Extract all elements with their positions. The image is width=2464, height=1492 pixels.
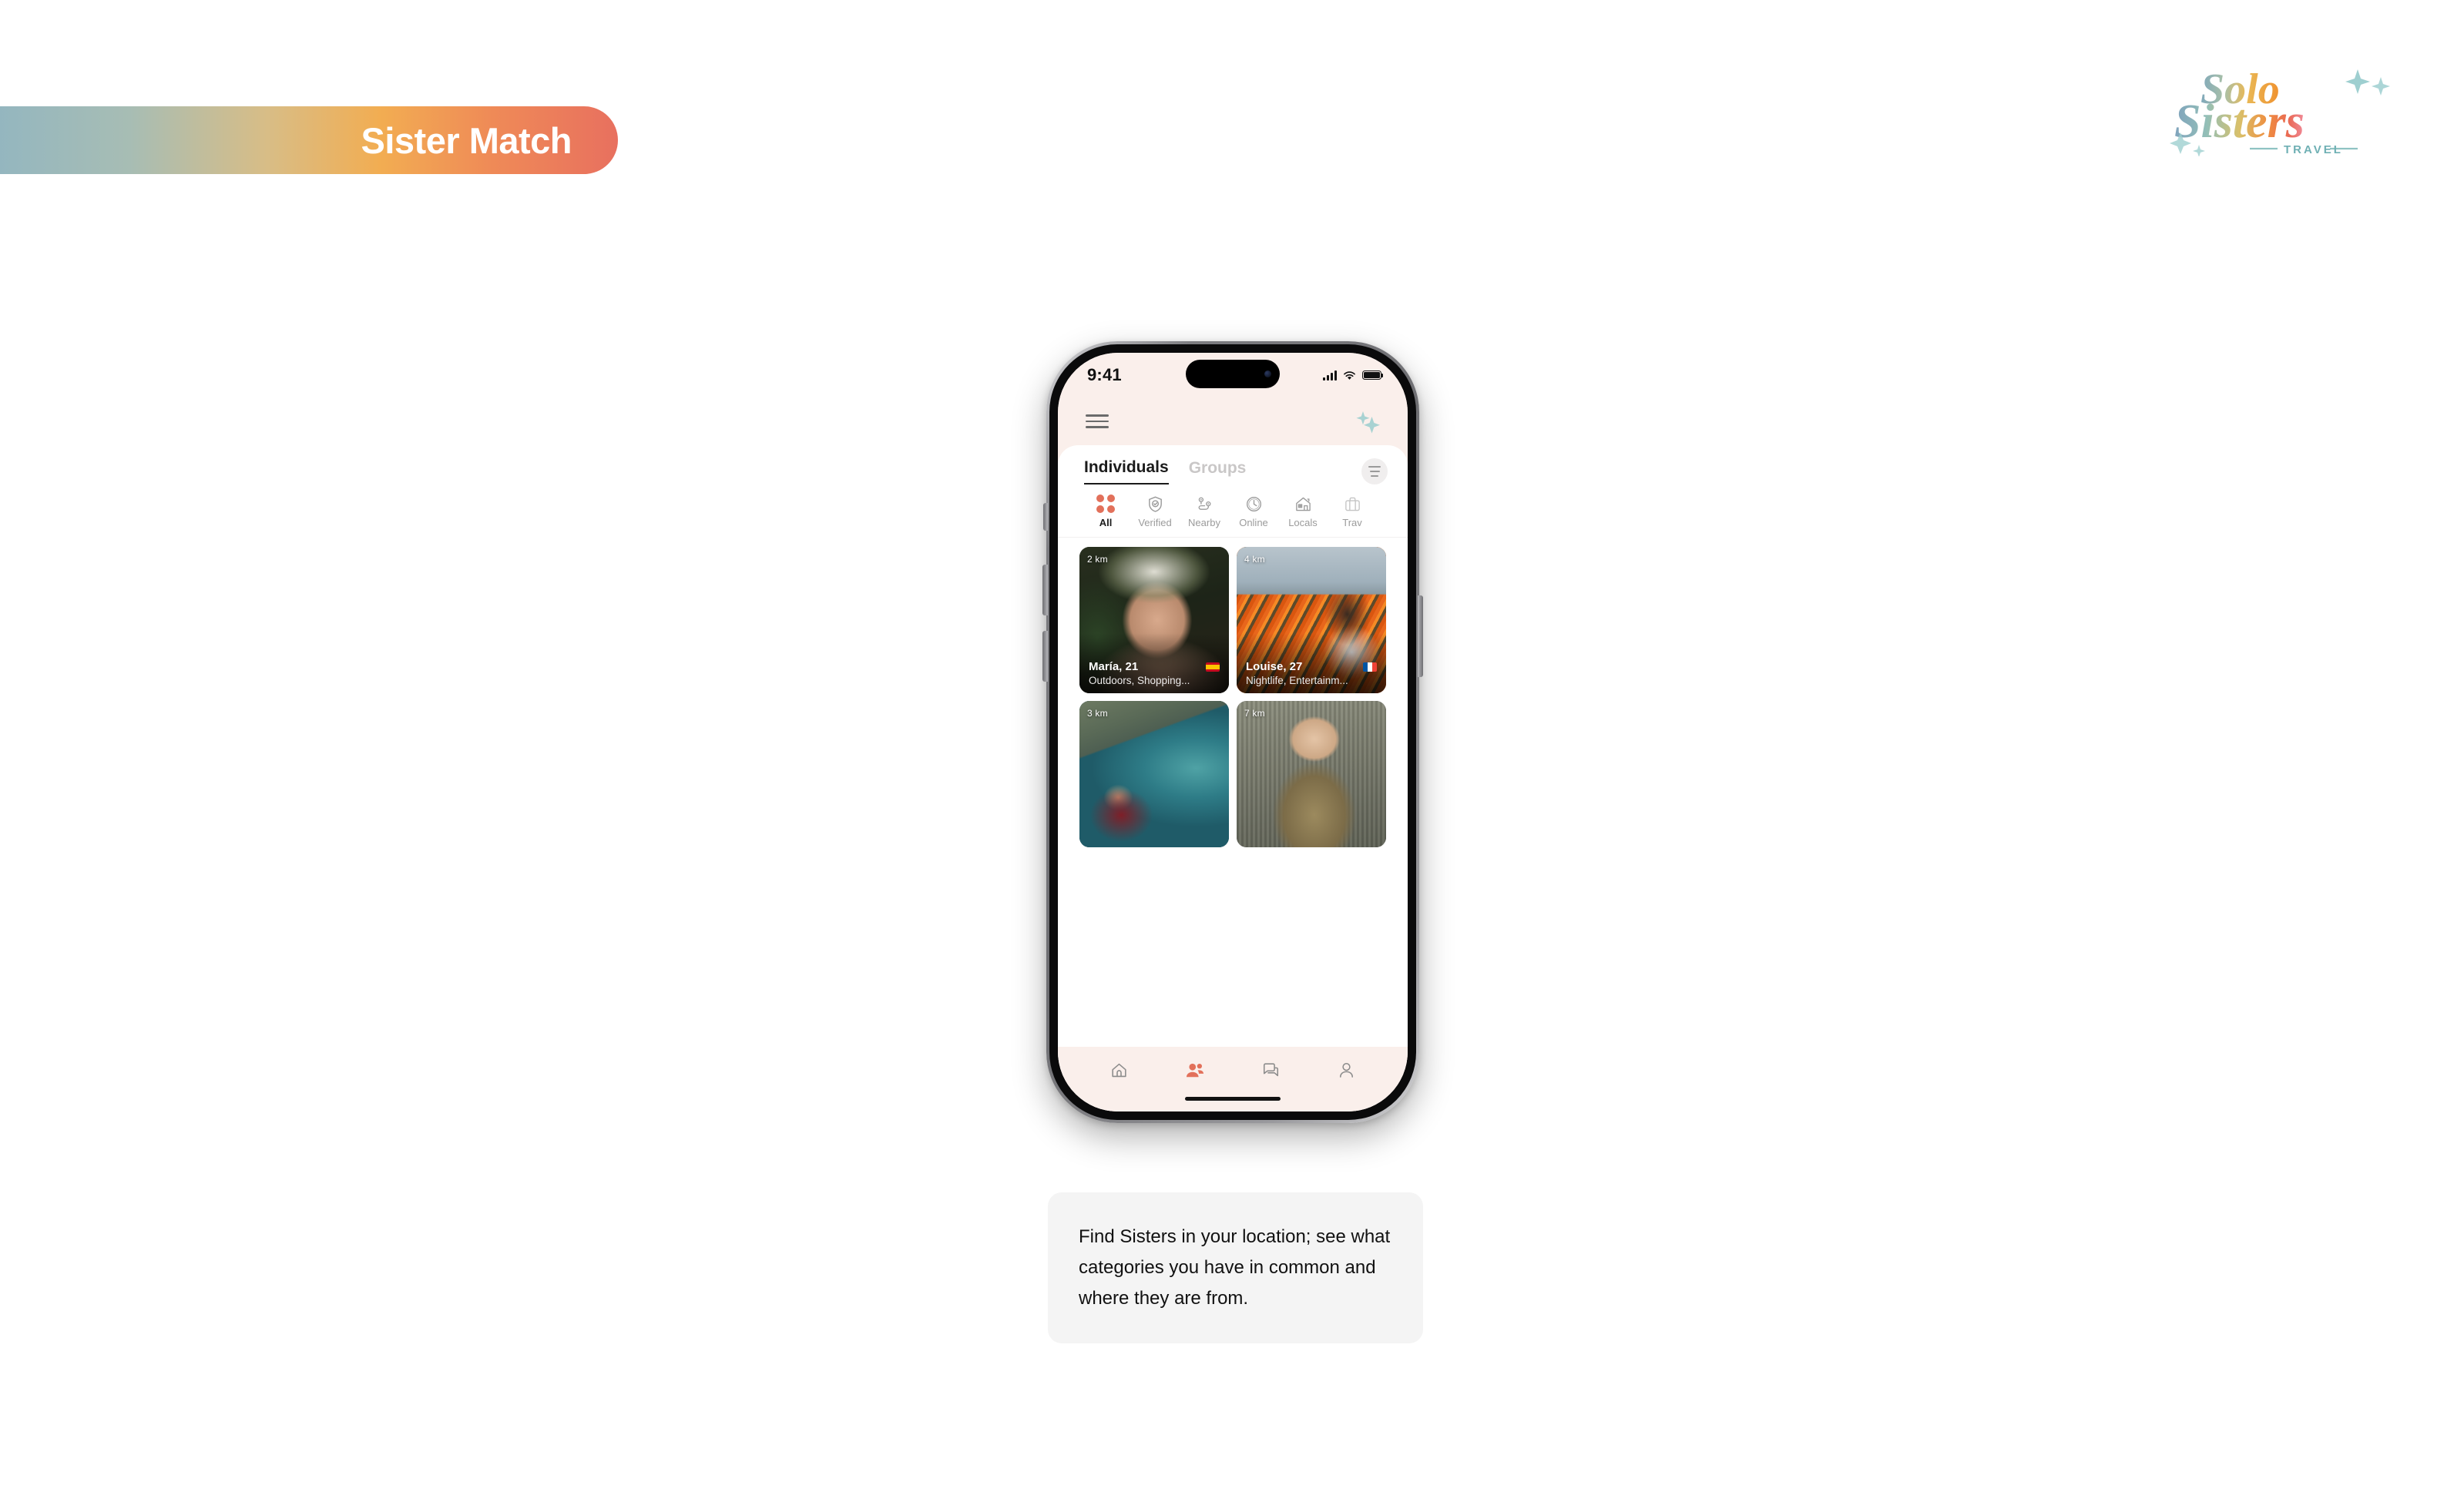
nav-people[interactable] bbox=[1180, 1059, 1210, 1085]
volume-up-button[interactable] bbox=[1042, 565, 1048, 615]
profile-photo bbox=[1237, 701, 1386, 847]
caption-box: Find Sisters in your location; see what … bbox=[1048, 1192, 1423, 1343]
sparkles-icon[interactable] bbox=[1354, 409, 1381, 434]
profile-name: Louise, 27 bbox=[1246, 660, 1303, 673]
app-header bbox=[1058, 397, 1408, 445]
content-sheet: Individuals Groups All Verified Nearby O… bbox=[1058, 445, 1408, 1111]
category-all[interactable]: All bbox=[1081, 495, 1130, 528]
category-verified[interactable]: Verified bbox=[1130, 495, 1180, 528]
wifi-icon bbox=[1343, 370, 1356, 381]
card-info: María, 21 Outdoors, Shopping... bbox=[1089, 660, 1220, 686]
category-travel[interactable]: Trav bbox=[1328, 495, 1377, 528]
status-time: 9:41 bbox=[1087, 365, 1122, 384]
people-icon bbox=[1185, 1061, 1205, 1085]
home-indicator[interactable] bbox=[1185, 1097, 1281, 1101]
profile-name: María, 21 bbox=[1089, 660, 1139, 673]
banner-title: Sister Match bbox=[361, 119, 572, 161]
card-info-top: María, 21 bbox=[1089, 660, 1220, 673]
solo-sisters-travel-logo: Solo Sisters TRAVEL bbox=[2164, 60, 2410, 156]
profile-card-4[interactable]: 7 km bbox=[1237, 701, 1386, 847]
caption-text: Find Sisters in your location; see what … bbox=[1079, 1226, 1391, 1309]
category-online-label: Online bbox=[1239, 517, 1268, 528]
category-verified-label: Verified bbox=[1138, 517, 1172, 528]
filter-button[interactable] bbox=[1361, 458, 1388, 484]
profile-tags: Outdoors, Shopping... bbox=[1089, 675, 1190, 686]
flag-france-icon bbox=[1363, 662, 1377, 672]
clock-icon bbox=[1245, 495, 1263, 513]
tab-groups[interactable]: Groups bbox=[1189, 459, 1247, 484]
page-root: Sister Match Solo Sisters TRAVEL 9:41 In… bbox=[0, 0, 2464, 1492]
suitcase-icon bbox=[1344, 495, 1361, 513]
logo-tagline: TRAVEL bbox=[2284, 143, 2343, 156]
distance-badge: 4 km bbox=[1244, 554, 1265, 565]
volume-down-button[interactable] bbox=[1042, 631, 1048, 682]
category-locals-label: Locals bbox=[1288, 517, 1318, 528]
cellular-signal-icon bbox=[1323, 370, 1337, 381]
battery-full-icon bbox=[1362, 370, 1384, 380]
category-nearby[interactable]: Nearby bbox=[1180, 495, 1229, 528]
category-filter-strip[interactable]: All Verified Nearby Online Locals Trav bbox=[1058, 490, 1408, 538]
chat-bubbles-icon bbox=[1261, 1061, 1281, 1084]
dynamic-island bbox=[1186, 360, 1280, 388]
nav-profile[interactable] bbox=[1331, 1059, 1362, 1085]
bottom-navigation-bar bbox=[1058, 1047, 1408, 1111]
card-info-top: Louise, 27 bbox=[1246, 660, 1377, 673]
profile-card-maria[interactable]: 2 km María, 21 Outdoors, Shopping... bbox=[1079, 547, 1229, 693]
route-pins-icon bbox=[1196, 495, 1214, 513]
sister-match-banner: Sister Match bbox=[0, 106, 618, 174]
category-travel-label: Trav bbox=[1342, 517, 1362, 528]
hamburger-menu-icon[interactable] bbox=[1086, 414, 1109, 428]
distance-badge: 3 km bbox=[1087, 708, 1108, 719]
svg-text:Sisters: Sisters bbox=[2174, 96, 2305, 148]
distance-badge: 2 km bbox=[1087, 554, 1108, 565]
profile-cards-grid: 2 km María, 21 Outdoors, Shopping... 4 k… bbox=[1058, 538, 1408, 1047]
profile-card-3[interactable]: 3 km bbox=[1079, 701, 1229, 847]
four-dots-icon bbox=[1096, 495, 1115, 513]
flag-spain-icon bbox=[1206, 662, 1220, 672]
category-all-label: All bbox=[1099, 517, 1113, 528]
tabs-row: Individuals Groups bbox=[1058, 445, 1408, 490]
status-bar: 9:41 bbox=[1058, 353, 1408, 397]
nav-chat[interactable] bbox=[1255, 1059, 1286, 1085]
power-button[interactable] bbox=[1418, 595, 1423, 677]
phone-screen: 9:41 Individuals Groups All Verified Nea… bbox=[1058, 353, 1408, 1111]
shield-check-icon bbox=[1146, 495, 1164, 513]
category-online[interactable]: Online bbox=[1229, 495, 1278, 528]
tab-individuals[interactable]: Individuals bbox=[1084, 458, 1169, 484]
person-profile-icon bbox=[1337, 1061, 1356, 1084]
home-icon bbox=[1109, 1061, 1129, 1084]
nav-home[interactable] bbox=[1103, 1059, 1134, 1085]
phone-mockup: 9:41 Individuals Groups All Verified Nea… bbox=[1042, 341, 1423, 1123]
status-icons bbox=[1323, 370, 1384, 381]
profile-photo bbox=[1079, 701, 1229, 847]
house-icon bbox=[1294, 495, 1312, 513]
profile-tags: Nightlife, Entertainm... bbox=[1246, 675, 1348, 686]
front-camera-icon bbox=[1264, 370, 1271, 377]
distance-badge: 7 km bbox=[1244, 708, 1265, 719]
category-nearby-label: Nearby bbox=[1188, 517, 1220, 528]
category-locals[interactable]: Locals bbox=[1278, 495, 1328, 528]
profile-card-louise[interactable]: 4 km Louise, 27 Nightlife, Entertainm... bbox=[1237, 547, 1386, 693]
silence-switch[interactable] bbox=[1043, 503, 1048, 531]
card-info: Louise, 27 Nightlife, Entertainm... bbox=[1246, 660, 1377, 686]
